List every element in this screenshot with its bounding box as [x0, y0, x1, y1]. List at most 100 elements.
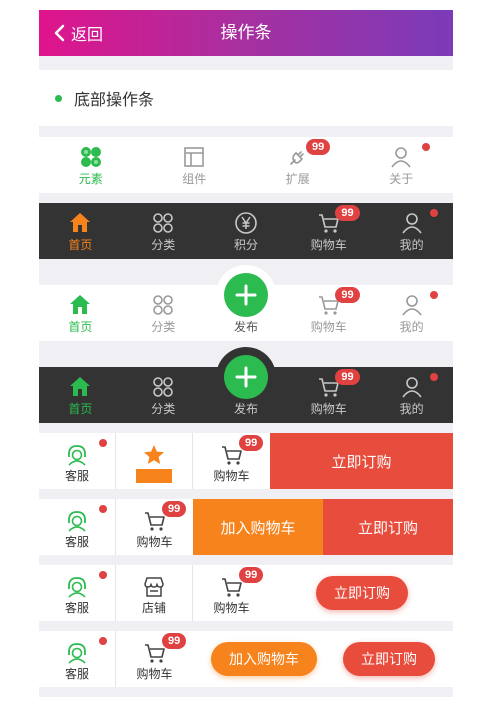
tab-label: 组件: [182, 172, 207, 186]
tab-category[interactable]: 分类: [122, 367, 205, 423]
count-badge: 99: [335, 205, 360, 221]
tab-label: 首页: [68, 320, 93, 334]
headset-icon: [68, 577, 86, 598]
shop-icon: [144, 577, 164, 597]
next-section-edge: [39, 697, 453, 704]
count-badge: 99: [162, 633, 187, 649]
notification-dot: [99, 637, 107, 645]
tab-extensions[interactable]: 扩展 99: [246, 137, 350, 193]
home-icon: [70, 377, 91, 396]
phone-frame: 返回 操作条 底部操作条 元素 组件 扩展 99 关于 首页 分类 积分 购物车…: [39, 10, 453, 704]
count-badge: 99: [239, 435, 264, 451]
back-button[interactable]: 返回: [53, 10, 103, 56]
tab-label: 我的: [399, 402, 424, 416]
tab-home[interactable]: 首页: [39, 285, 122, 341]
notification-dot: [421, 143, 430, 151]
count-badge: 99: [239, 567, 264, 583]
person-icon: [391, 147, 411, 168]
headset-icon: [68, 511, 86, 532]
buy-now-button[interactable]: 立即订购: [343, 642, 435, 676]
yen-circle-icon: [235, 212, 257, 234]
back-label: 返回: [71, 27, 104, 44]
count-badge: 99: [335, 287, 360, 303]
navbar: 返回 操作条: [39, 10, 453, 56]
layout-icon: [184, 147, 205, 167]
home-icon: [70, 213, 91, 232]
service-button[interactable]: 客服: [39, 499, 116, 555]
section-title: 底部操作条: [74, 92, 155, 109]
grid-blocks-icon: [80, 147, 101, 167]
bullet-dot-icon: [55, 94, 62, 102]
tab-points[interactable]: 积分: [205, 203, 288, 259]
category-icon: [153, 377, 173, 397]
service-button[interactable]: 客服: [39, 565, 116, 621]
buy-now-button[interactable]: 立即订购: [316, 576, 408, 610]
notification-dot: [430, 209, 439, 217]
plus-icon: [235, 366, 257, 388]
chevron-left-icon: [54, 24, 65, 42]
home-icon: [70, 295, 91, 314]
add-to-cart-button[interactable]: 加入购物车: [211, 642, 317, 676]
tab-home[interactable]: 首页: [39, 367, 122, 423]
action-bar-1: 客服 已收藏 购物车 99 立即订购: [39, 433, 453, 489]
cart-button[interactable]: 购物车 99: [116, 631, 193, 687]
tab-components[interactable]: 组件: [143, 137, 247, 193]
tab-mine[interactable]: 我的: [370, 203, 453, 259]
person-icon: [401, 377, 422, 398]
service-button[interactable]: 客服: [39, 631, 116, 687]
tab-label: 购物车: [310, 320, 347, 334]
tab-label: 我的: [399, 320, 424, 334]
service-label: 客服: [64, 667, 89, 681]
fab-container: [216, 265, 276, 325]
favorite-button[interactable]: 已收藏: [116, 433, 193, 489]
plus-icon: [235, 284, 257, 306]
add-to-cart-button[interactable]: 加入购物车: [193, 499, 323, 555]
notification-dot: [99, 439, 107, 447]
cart-label: 购物车: [136, 667, 173, 681]
cart-button[interactable]: 购物车 99: [116, 499, 193, 555]
tabbar-light-4: 元素 组件 扩展 99 关于: [39, 137, 453, 193]
tab-about[interactable]: 关于: [350, 137, 454, 193]
tabbar-dark-5: 首页 分类 积分 购物车 99 我的: [39, 203, 453, 259]
cart-label: 购物车: [136, 535, 173, 549]
tab-label: 积分: [233, 238, 258, 252]
publish-fab-button[interactable]: [224, 355, 268, 399]
tab-label: 分类: [151, 320, 176, 334]
tab-label: 分类: [151, 402, 176, 416]
notification-dot: [430, 291, 439, 299]
tab-cart[interactable]: 购物车 99: [287, 203, 370, 259]
tab-cart[interactable]: 购物车 99: [287, 367, 370, 423]
publish-fab-button[interactable]: [224, 273, 268, 317]
tab-mine[interactable]: 我的: [370, 285, 453, 341]
tab-label: 购物车: [310, 238, 347, 252]
count-badge: 99: [162, 501, 187, 517]
star-icon: [144, 445, 164, 464]
cart-button[interactable]: 购物车 99: [193, 565, 270, 621]
count-badge: 99: [335, 369, 360, 385]
notification-dot: [430, 373, 439, 381]
person-icon: [401, 295, 422, 316]
tab-category[interactable]: 分类: [122, 203, 205, 259]
tab-label: 扩展: [285, 172, 310, 186]
tab-home[interactable]: 首页: [39, 203, 122, 259]
tab-label: 首页: [68, 238, 93, 252]
shop-button[interactable]: 店铺: [116, 565, 193, 621]
headset-icon: [68, 445, 86, 466]
service-label: 客服: [64, 535, 89, 549]
notification-dot: [99, 505, 107, 513]
cart-button[interactable]: 购物车 99: [193, 433, 270, 489]
buy-now-button[interactable]: 立即订购: [270, 433, 453, 489]
fab-container: [216, 347, 276, 407]
tab-cart[interactable]: 购物车 99: [287, 285, 370, 341]
tab-label: 元素: [78, 172, 103, 186]
shop-label: 店铺: [141, 601, 166, 615]
tab-label: 首页: [68, 402, 93, 416]
service-button[interactable]: 客服: [39, 433, 116, 489]
service-label: 客服: [64, 601, 89, 615]
tab-label: 分类: [151, 238, 176, 252]
buy-now-button[interactable]: 立即订购: [323, 499, 453, 555]
tab-mine[interactable]: 我的: [370, 367, 453, 423]
favorite-label: 已收藏: [135, 469, 172, 483]
tab-category[interactable]: 分类: [122, 285, 205, 341]
tab-elements[interactable]: 元素: [39, 137, 143, 193]
